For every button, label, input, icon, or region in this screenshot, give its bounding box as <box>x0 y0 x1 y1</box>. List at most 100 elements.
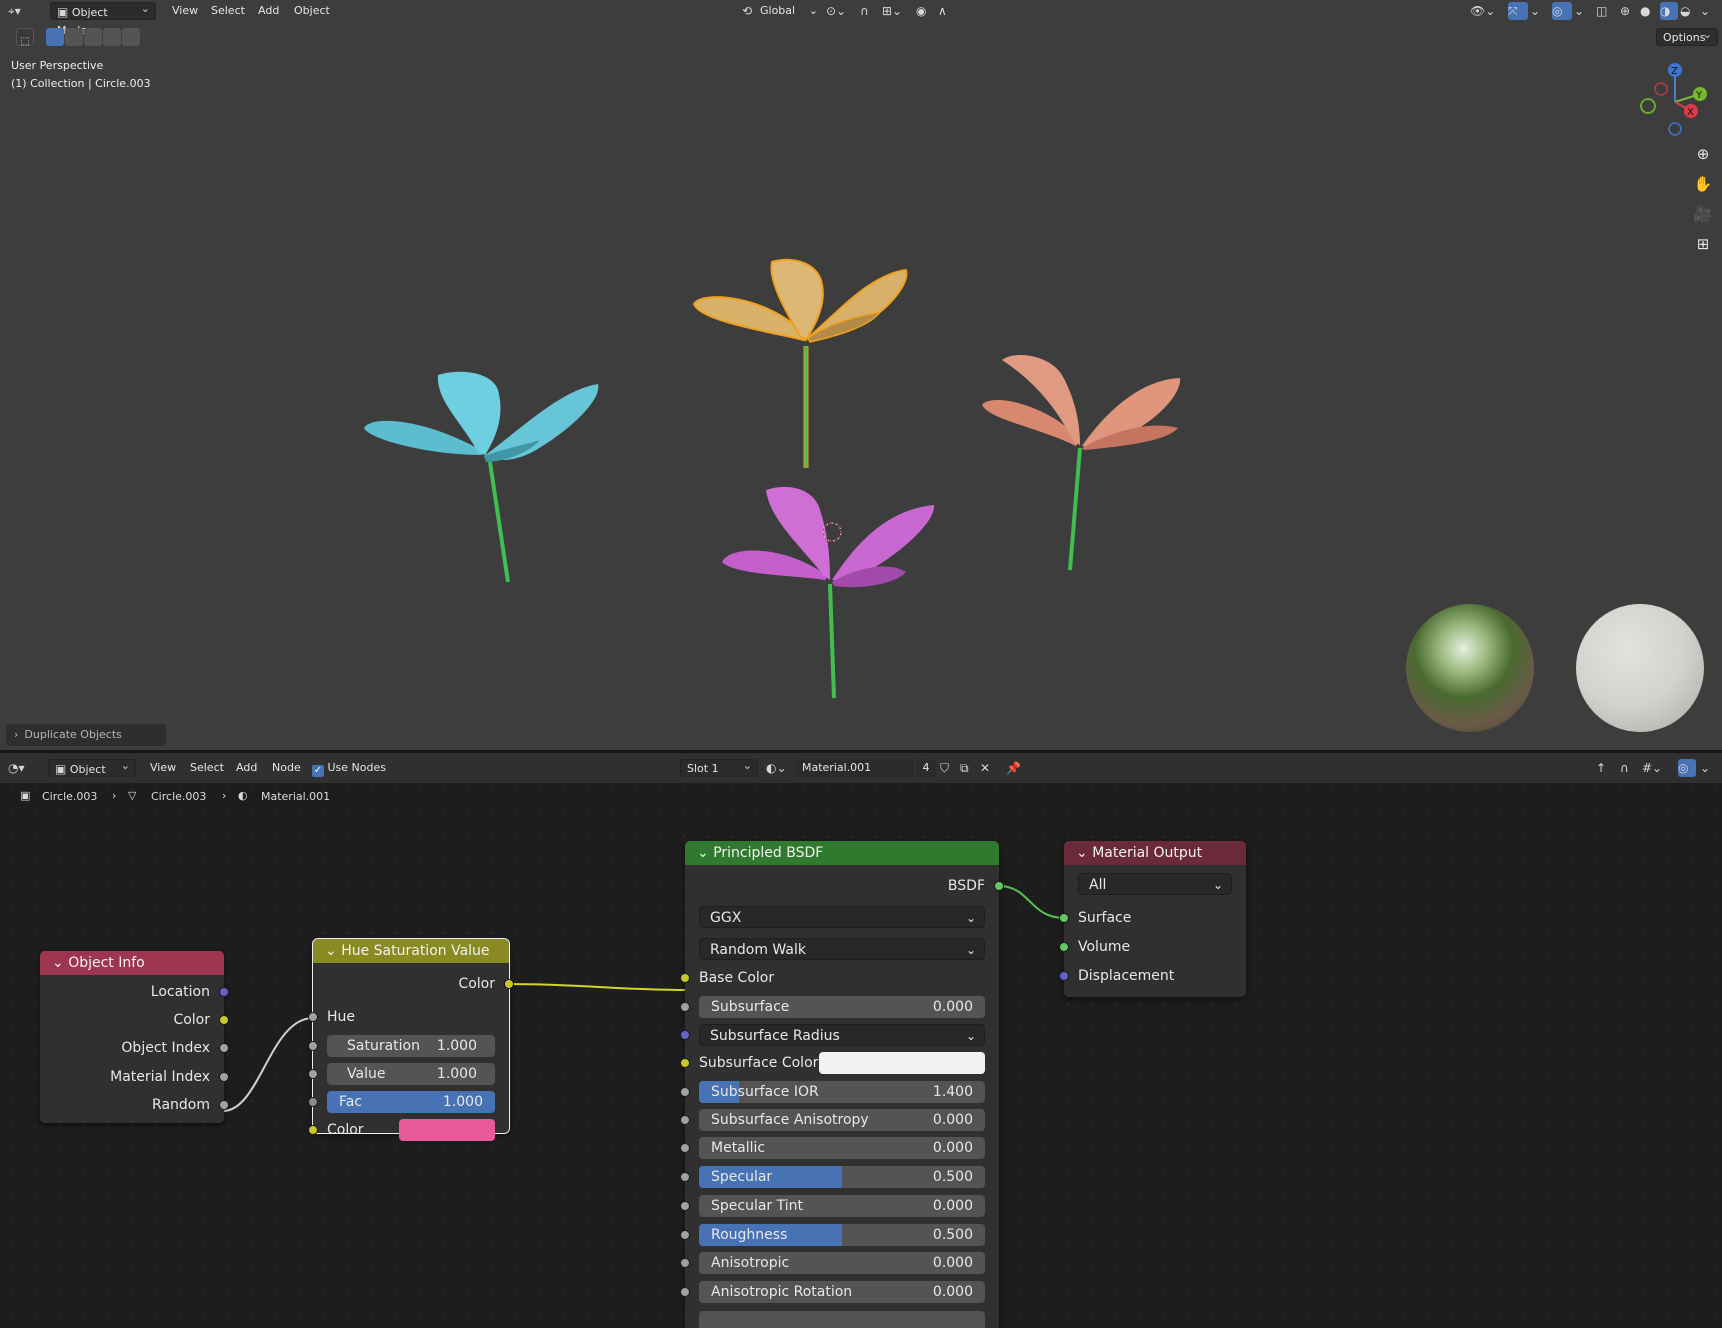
link-random-hue <box>222 1017 314 1112</box>
subsurface-method-dropdown[interactable]: Random Walk ⌄ <box>699 938 985 960</box>
chevron-right-icon: › <box>14 728 19 741</box>
input-subsurface: Subsurface 0.000 <box>680 996 999 1018</box>
3d-viewport[interactable]: ⌖▾ ▣ Object Mode View Select Add Object … <box>0 0 1722 750</box>
next-field-partial[interactable] <box>699 1311 985 1328</box>
socket-anisotropic-rotation[interactable] <box>680 1287 690 1297</box>
magenta-flower[interactable] <box>722 486 935 699</box>
socket-specular[interactable] <box>680 1172 690 1182</box>
output-location: Location <box>40 981 229 1003</box>
target-dropdown[interactable]: All ⌄ <box>1078 873 1232 895</box>
socket-bsdf-out[interactable] <box>994 881 1004 891</box>
anisotropic-field[interactable]: Anisotropic 0.000 <box>699 1252 985 1274</box>
socket-metallic[interactable] <box>680 1143 690 1153</box>
input-subsurface-ior: Subsurface IOR 1.400 <box>680 1081 999 1103</box>
color-swatch[interactable] <box>399 1119 495 1141</box>
saturation-field[interactable]: Saturation 1.000 <box>327 1035 495 1057</box>
bsdf-header[interactable]: ⌄ Principled BSDF <box>685 841 999 865</box>
socket-displacement[interactable] <box>1059 971 1069 981</box>
subsurface-anisotropy-field[interactable]: Subsurface Anisotropy 0.000 <box>699 1109 985 1131</box>
principled-bsdf-node[interactable]: ⌄ Principled BSDF BSDF GGX ⌄ Random Walk ⌄… <box>680 841 1004 1328</box>
socket-subsurface-anisotropy[interactable] <box>680 1115 690 1125</box>
output-bsdf: BSDF <box>685 875 1004 897</box>
socket-base-color[interactable] <box>680 973 690 983</box>
object-info-node[interactable]: ⌄ Object Info Location Color Object Inde… <box>40 951 229 1123</box>
socket-volume[interactable] <box>1059 942 1069 952</box>
socket-subsurface[interactable] <box>680 1002 690 1012</box>
socket-saturation[interactable] <box>308 1041 318 1051</box>
hsv-header[interactable]: ⌄ Hue Saturation Value <box>313 939 509 963</box>
socket-material-index[interactable] <box>219 1072 229 1082</box>
input-surface: Surface <box>1059 907 1246 929</box>
link-color-basecolor <box>508 983 686 991</box>
socket-location[interactable] <box>219 987 229 997</box>
hue-saturation-value-node[interactable]: ⌄ Hue Saturation Value Color Hue Saturat… <box>308 938 514 1141</box>
input-subsurface-anisotropy: Subsurface Anisotropy 0.000 <box>680 1109 999 1131</box>
chevron-down-icon: ⌄ <box>697 845 709 861</box>
output-object-index: Object Index <box>40 1037 229 1059</box>
specular-tint-field[interactable]: Specular Tint 0.000 <box>699 1195 985 1217</box>
chevron-down-icon: ⌄ <box>965 911 976 925</box>
subsurface-radius-dropdown[interactable]: Subsurface Radius ⌄ <box>699 1024 985 1046</box>
input-color: Color <box>308 1119 509 1141</box>
last-operator-label: Duplicate Objects <box>24 728 122 741</box>
last-operator-panel[interactable]: › Duplicate Objects <box>6 724 166 746</box>
distribution-dropdown[interactable]: GGX ⌄ <box>699 906 985 928</box>
specular-field[interactable]: Specular 0.500 <box>699 1166 985 1188</box>
input-fac: Fac 1.000 <box>308 1091 509 1113</box>
chevron-down-icon: ⌄ <box>1076 845 1088 861</box>
salmon-flower[interactable] <box>982 355 1181 571</box>
socket-subsurface-color[interactable] <box>680 1058 690 1068</box>
socket-random[interactable] <box>219 1100 229 1110</box>
roughness-field[interactable]: Roughness 0.500 <box>699 1224 985 1246</box>
metallic-field[interactable]: Metallic 0.000 <box>699 1137 985 1159</box>
input-value: Value 1.000 <box>308 1063 509 1085</box>
socket-specular-tint[interactable] <box>680 1201 690 1211</box>
chevron-down-icon: ⌄ <box>1212 878 1223 892</box>
chevron-down-icon: ⌄ <box>325 943 337 959</box>
input-saturation: Saturation 1.000 <box>308 1035 509 1057</box>
anisotropic-rotation-field[interactable]: Anisotropic Rotation 0.000 <box>699 1281 985 1303</box>
cyan-flower[interactable] <box>364 371 599 583</box>
socket-roughness[interactable] <box>680 1230 690 1240</box>
socket-fac[interactable] <box>308 1097 318 1107</box>
socket-subsurface-radius[interactable] <box>680 1030 690 1040</box>
input-metallic: Metallic 0.000 <box>680 1137 999 1159</box>
socket-anisotropic[interactable] <box>680 1258 690 1268</box>
output-color: Color <box>313 973 514 995</box>
input-anisotropic: Anisotropic 0.000 <box>680 1252 999 1274</box>
material-output-node[interactable]: ⌄ Material Output All ⌄ Surface Volume Di… <box>1059 841 1246 997</box>
object-info-header[interactable]: ⌄ Object Info <box>40 951 224 975</box>
socket-value[interactable] <box>308 1069 318 1079</box>
socket-color-in[interactable] <box>308 1125 318 1135</box>
chevron-down-icon: ⌄ <box>965 943 976 957</box>
input-subsurface-color: Subsurface Color <box>680 1052 999 1074</box>
input-anisotropic-rotation: Anisotropic Rotation 0.000 <box>680 1281 999 1303</box>
material-preview-sphere <box>1576 604 1704 732</box>
socket-object-index[interactable] <box>219 1043 229 1053</box>
yellow-flower[interactable] <box>692 258 908 468</box>
value-field[interactable]: Value 1.000 <box>327 1063 495 1085</box>
output-header[interactable]: ⌄ Material Output <box>1064 841 1246 865</box>
input-subsurface-radius: Subsurface Radius ⌄ <box>680 1024 999 1046</box>
subsurface-field[interactable]: Subsurface 0.000 <box>699 996 985 1018</box>
socket-color-out[interactable] <box>504 979 514 989</box>
socket-surface[interactable] <box>1059 913 1069 923</box>
hdri-preview-sphere <box>1406 604 1534 732</box>
chevron-down-icon: ⌄ <box>52 955 64 971</box>
node-title: Material Output <box>1092 845 1203 861</box>
output-random: Random <box>40 1094 229 1116</box>
subsurface-color-swatch[interactable] <box>819 1052 985 1074</box>
socket-hue[interactable] <box>308 1012 318 1022</box>
input-displacement: Displacement <box>1059 965 1246 987</box>
socket-subsurface-ior[interactable] <box>680 1087 690 1097</box>
fac-field[interactable]: Fac 1.000 <box>327 1091 495 1113</box>
input-roughness: Roughness 0.500 <box>680 1224 999 1246</box>
link-bsdf-surface <box>998 885 1065 919</box>
input-volume: Volume <box>1059 936 1246 958</box>
node-title: Principled BSDF <box>713 845 824 861</box>
input-hue: Hue <box>308 1006 509 1028</box>
input-specular: Specular 0.500 <box>680 1166 999 1188</box>
subsurface-ior-field[interactable]: Subsurface IOR 1.400 <box>699 1081 985 1103</box>
shader-editor[interactable]: ◔▾ ▣ Object View Select Add Node ✓ Use N… <box>0 753 1722 1328</box>
socket-color[interactable] <box>219 1015 229 1025</box>
